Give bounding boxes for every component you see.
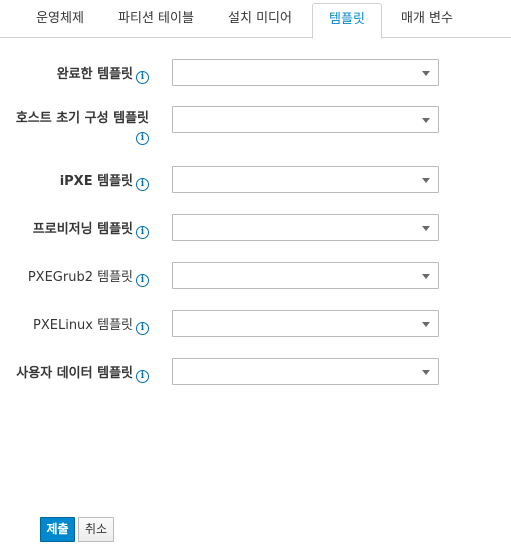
field-label-provisioning-template: 프로비저닝 템플릿 i	[33, 218, 149, 239]
info-icon[interactable]: i	[136, 71, 149, 84]
pxelinux-template-select[interactable]	[172, 310, 439, 337]
info-icon[interactable]: i	[136, 132, 149, 145]
label-text: 호스트 초기 구성 템플릿	[15, 111, 149, 126]
field-label-finish-template: 완료한 템플릿 i	[57, 63, 149, 84]
field-label-host-init-config-template: 호스트 초기 구성 템플릿 i	[16, 110, 149, 145]
caret-down-icon	[422, 274, 430, 279]
tab-templates[interactable]: 템플릿	[312, 3, 382, 39]
label-text: 프로비저닝 템플릿	[32, 222, 133, 237]
info-icon[interactable]: i	[136, 226, 149, 239]
caret-down-icon	[422, 178, 430, 183]
user-data-template-select[interactable]	[172, 358, 439, 385]
tab-partition-table[interactable]: 파티션 테이블	[104, 0, 208, 38]
info-icon[interactable]: i	[136, 178, 149, 191]
host-init-config-template-select[interactable]	[172, 106, 439, 133]
caret-down-icon	[422, 322, 430, 327]
caret-down-icon	[422, 118, 430, 123]
info-icon[interactable]: i	[136, 370, 149, 383]
field-label-pxelinux-template: PXELinux 템플릿 i	[33, 314, 149, 335]
caret-down-icon	[422, 226, 430, 231]
cancel-button[interactable]: 취소	[78, 517, 114, 542]
finish-template-select[interactable]	[172, 59, 439, 86]
label-text: 사용자 데이터 템플릿	[16, 366, 133, 381]
tab-installation-media[interactable]: 설치 미디어	[214, 0, 306, 38]
label-text: 완료한 템플릿	[56, 67, 133, 82]
caret-down-icon	[422, 370, 430, 375]
label-text: PXELinux 템플릿	[33, 318, 133, 333]
field-label-ipxe-template: iPXE 템플릿 i	[60, 170, 149, 191]
caret-down-icon	[422, 71, 430, 76]
tab-parameters[interactable]: 매개 변수	[388, 0, 466, 38]
submit-button[interactable]: 제출	[40, 517, 75, 542]
label-text: PXEGrub2 템플릿	[27, 270, 133, 285]
ipxe-template-select[interactable]	[172, 166, 439, 193]
info-icon[interactable]: i	[136, 322, 149, 335]
tab-bar: 운영체제 파티션 테이블 설치 미디어 템플릿 매개 변수	[0, 0, 511, 39]
provisioning-template-select[interactable]	[172, 214, 439, 241]
info-icon[interactable]: i	[136, 274, 149, 287]
field-label-user-data-template: 사용자 데이터 템플릿 i	[16, 362, 149, 383]
pxegrub2-template-select[interactable]	[172, 262, 439, 289]
field-label-pxegrub2-template: PXEGrub2 템플릿 i	[28, 266, 149, 287]
tab-operating-system[interactable]: 운영체제	[20, 0, 100, 38]
label-text: iPXE 템플릿	[59, 174, 133, 189]
